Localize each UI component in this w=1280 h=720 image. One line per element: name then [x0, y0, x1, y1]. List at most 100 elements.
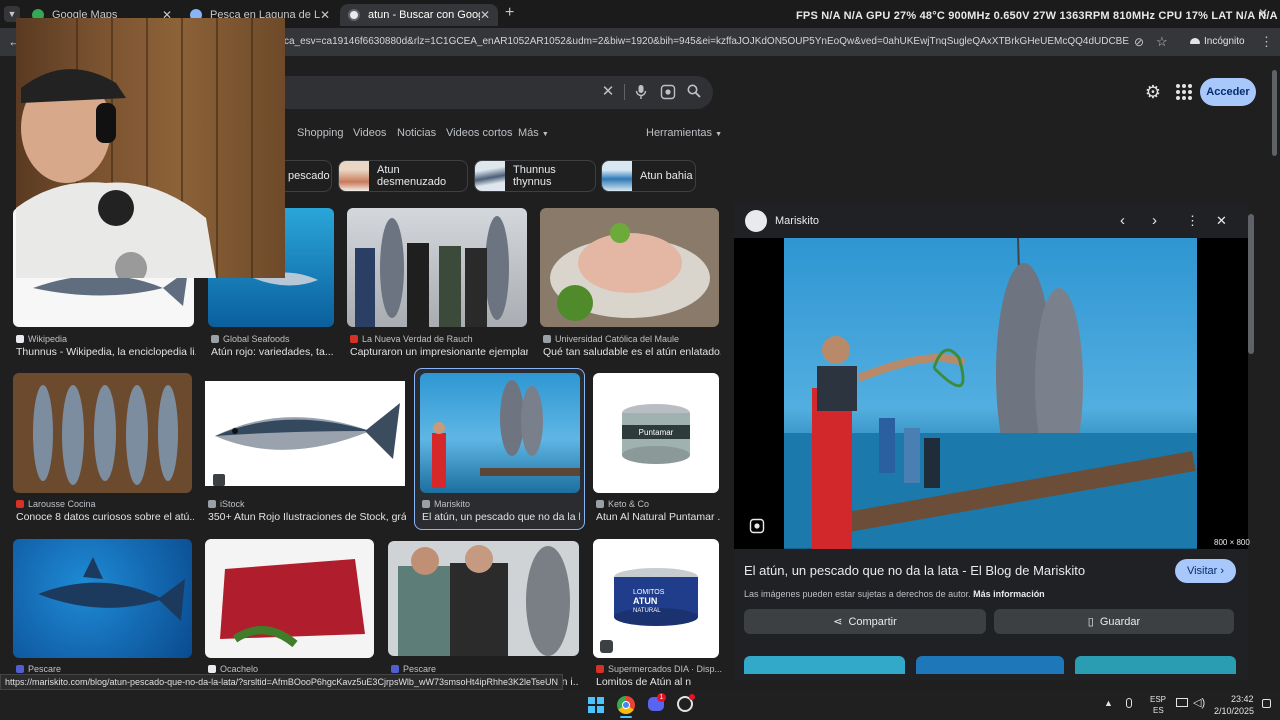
result-source: Global Seafoods	[211, 334, 290, 344]
webcam-overlay	[16, 18, 285, 278]
result-source: Larousse Cocina	[16, 499, 96, 509]
share-button[interactable]: ⋖ Compartir	[744, 609, 986, 634]
next-icon[interactable]: ›	[1152, 212, 1157, 229]
result-caption[interactable]: Capturaron un impresionante ejemplar...	[350, 346, 528, 358]
close-icon[interactable]: ✕	[480, 8, 490, 22]
chip-atun-bahia[interactable]: Atun bahia	[601, 160, 696, 192]
result-caption[interactable]: Conoce 8 datos curiosos sobre el atú...	[16, 511, 194, 523]
eye-off-icon[interactable]: ⊘	[1134, 35, 1144, 49]
nav-noticias[interactable]: Noticias	[397, 127, 436, 139]
panel-scrollbar[interactable]	[1248, 214, 1254, 354]
panel-source-logo[interactable]	[745, 210, 767, 232]
result-source: Keto & Co	[596, 499, 649, 509]
chevron-down-icon: ▼	[541, 131, 549, 138]
result-image[interactable]: Puntamar	[593, 373, 719, 493]
settings-gear-icon[interactable]: ⚙	[1144, 83, 1162, 101]
result-source: Pescare	[16, 664, 61, 674]
related-thumb[interactable]	[744, 656, 905, 674]
result-caption[interactable]: 350+ Atun Rojo Ilustraciones de Stock, g…	[208, 511, 406, 523]
discord-badge: 1	[657, 693, 666, 702]
can-label: LOMITOS	[633, 589, 665, 596]
panel-source[interactable]: Mariskito	[775, 215, 819, 227]
nav-herramientas[interactable]: Herramientas ▼	[646, 127, 722, 139]
network-icon[interactable]	[1176, 698, 1188, 707]
nav-videos[interactable]: Videos	[353, 127, 386, 139]
clock-date[interactable]: 2/10/2025	[1214, 706, 1254, 716]
language-top[interactable]: ESP	[1150, 695, 1166, 704]
nav-mas-label: Más	[518, 127, 539, 139]
nav-herramientas-label: Herramientas	[646, 127, 713, 139]
tray-chevron-up-icon[interactable]: ▲	[1104, 698, 1113, 708]
microphone-tray-icon[interactable]	[1126, 698, 1132, 708]
result-image[interactable]	[540, 208, 719, 327]
panel-title[interactable]: El atún, un pescado que no da la lata - …	[744, 563, 1085, 578]
result-caption[interactable]: El atún, un pescado que no da la l...	[422, 511, 580, 523]
can-label: Puntamar	[639, 428, 674, 437]
bookmark-star-icon[interactable]: ☆	[1156, 34, 1168, 50]
page-scrollbar-thumb[interactable]	[1272, 70, 1277, 156]
close-icon[interactable]: ✕	[320, 8, 330, 22]
notifications-icon[interactable]	[1262, 699, 1271, 708]
microphone-icon[interactable]	[633, 84, 649, 100]
result-caption[interactable]: Qué tan saludable es el atún enlatado...	[543, 346, 721, 358]
lens-icon[interactable]	[660, 84, 676, 100]
search-icon[interactable]	[686, 84, 702, 100]
recording-dot-icon	[689, 694, 695, 700]
url-field[interactable]: ca_esv=ca19146f6630880d&rlz=1C1GCEA_enAR…	[284, 32, 1129, 52]
previous-icon[interactable]: ‹	[1120, 212, 1125, 229]
more-options-icon[interactable]: ⋮	[1186, 213, 1199, 229]
result-image[interactable]	[13, 373, 192, 493]
result-image[interactable]	[420, 373, 580, 493]
site-icon	[16, 500, 24, 508]
visit-button[interactable]: Visitar ›	[1175, 559, 1236, 583]
streamer-figure	[16, 69, 216, 278]
site-icon	[211, 335, 219, 343]
nav-videos-cortos[interactable]: Videos cortos	[446, 127, 512, 139]
result-caption[interactable]: Atun Al Natural Puntamar ...	[596, 511, 720, 523]
site-icon	[16, 665, 24, 673]
nav-mas[interactable]: Más ▼	[518, 127, 549, 139]
chip-atun-desmenuzado[interactable]: Atun desmenuzado	[338, 160, 468, 192]
chevron-down-icon: ▼	[715, 131, 723, 138]
performance-overlay: FPS N/A N/A GPU 27% 48°C 900MHz 0.650V 2…	[796, 10, 1278, 22]
incognito-icon	[1190, 38, 1200, 44]
bookmark-icon: ▯	[1087, 616, 1094, 628]
incognito-badge[interactable]: Incógnito	[1190, 36, 1245, 47]
save-button[interactable]: ▯ Guardar	[994, 609, 1234, 634]
volume-icon[interactable]: ◁)	[1193, 696, 1205, 709]
result-image[interactable]	[205, 539, 374, 658]
product-tag-icon	[600, 640, 613, 653]
clock-time[interactable]: 23:42	[1231, 694, 1254, 704]
browser-menu-icon[interactable]: ⋮	[1260, 34, 1273, 50]
result-image[interactable]	[205, 381, 405, 486]
result-caption[interactable]: Thunnus - Wikipedia, la enciclopedia li.…	[16, 346, 196, 358]
divider	[624, 84, 625, 100]
related-thumb[interactable]	[1075, 656, 1236, 674]
chip-label: Atun desmenuzado	[377, 164, 447, 188]
chevron-right-icon: ›	[1220, 565, 1225, 577]
result-image[interactable]	[388, 541, 579, 656]
clear-icon[interactable]: ✕	[600, 84, 616, 100]
lens-search-icon[interactable]	[749, 518, 765, 534]
result-source: La Nueva Verdad de Rauch	[350, 334, 473, 344]
result-caption[interactable]: Atún rojo: variedades, ta...	[211, 346, 336, 358]
tab-atun-search[interactable]: atun - Buscar con Google ✕	[340, 4, 498, 26]
result-image[interactable]	[347, 208, 527, 327]
more-info-link[interactable]: Más información	[973, 589, 1045, 599]
windows-start-icon[interactable]	[588, 697, 604, 713]
chip-thunnus-thynnus[interactable]: Thunnus thynnus	[474, 160, 596, 192]
site-icon	[596, 500, 604, 508]
new-tab-button[interactable]: +	[505, 4, 514, 22]
close-panel-icon[interactable]: ✕	[1216, 213, 1227, 229]
chrome-icon[interactable]	[617, 696, 635, 714]
language-bottom[interactable]: ES	[1153, 706, 1164, 715]
result-caption[interactable]: Lomitos de Atún al n	[596, 676, 720, 688]
taskbar	[0, 690, 1280, 720]
result-image[interactable]	[13, 539, 192, 658]
google-apps-icon[interactable]	[1176, 84, 1192, 100]
sign-in-button[interactable]: Acceder	[1200, 78, 1256, 106]
tab-label: atun - Buscar con Google	[368, 9, 480, 21]
nav-shopping[interactable]: Shopping	[297, 127, 344, 139]
related-thumb[interactable]	[916, 656, 1064, 674]
preview-image[interactable]	[784, 238, 1197, 549]
